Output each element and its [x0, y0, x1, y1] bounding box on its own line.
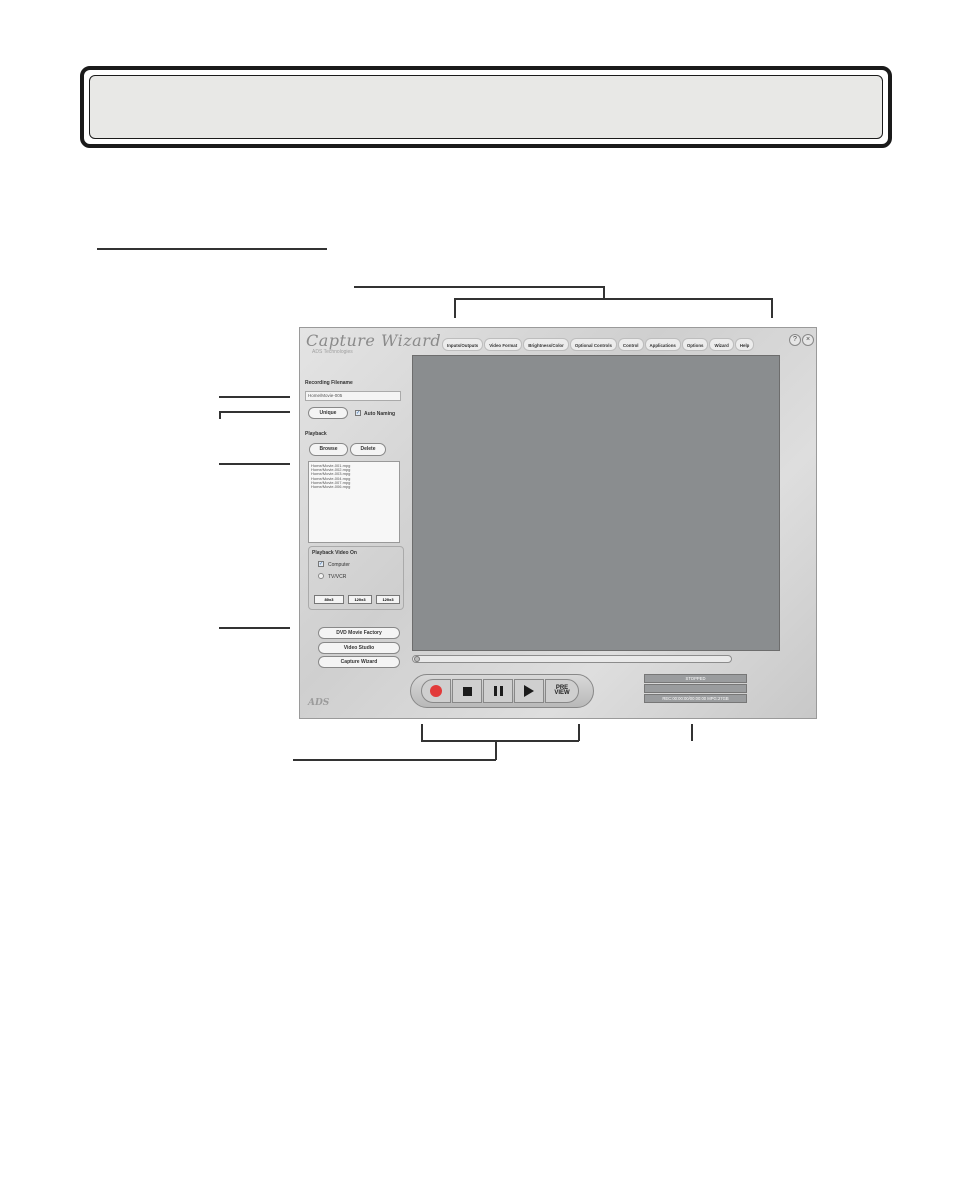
- recording-filename-field[interactable]: Home/Movie-005: [305, 391, 401, 401]
- callout-transport-bracket: [421, 740, 579, 742]
- computer-option-label: Computer: [328, 562, 350, 568]
- pause-icon: [493, 686, 503, 696]
- tab-applications[interactable]: Applications: [644, 338, 681, 351]
- record-icon: [430, 685, 442, 697]
- tab-optional-controls[interactable]: Optional Controls: [569, 338, 617, 351]
- preview-button[interactable]: PRE VIEW: [545, 679, 579, 703]
- stop-button[interactable]: [452, 679, 482, 703]
- callout-filename: [219, 396, 290, 398]
- callout-tabs-bracket-right: [771, 298, 773, 318]
- page-title-box: [80, 66, 892, 148]
- play-icon: [524, 685, 534, 697]
- tab-wizard[interactable]: Wizard: [709, 338, 734, 351]
- rate-button-1[interactable]: 80x3: [314, 595, 344, 604]
- tab-control[interactable]: Control: [617, 338, 644, 351]
- capture-wizard-window: Capture Wizard ADS Technologies ? × Inpu…: [299, 327, 817, 719]
- callout-status: [691, 724, 693, 741]
- status-time-readout: REC:00:00:00/00:00:00 MPG:27GB: [644, 694, 747, 703]
- app-title: Capture Wizard: [306, 331, 442, 350]
- rate-button-3[interactable]: 120x3: [376, 595, 400, 604]
- transport-controls: PRE VIEW: [410, 674, 594, 708]
- status-state-readout: STOPPED: [644, 674, 747, 683]
- capture-wizard-button[interactable]: Capture Wizard: [318, 656, 400, 668]
- app-subtitle: ADS Technologies: [312, 349, 353, 355]
- tab-brightness-color[interactable]: Brightness/Color: [523, 338, 569, 351]
- stop-icon: [462, 686, 472, 696]
- ads-logo: ADS: [308, 698, 330, 708]
- unique-button[interactable]: Unique: [308, 407, 348, 419]
- menu-tab-bar: Inputs/Outputs Video Format Brightness/C…: [442, 338, 812, 351]
- callout-playback-list: [219, 463, 290, 465]
- tvvcr-option-radio[interactable]: [318, 573, 324, 579]
- tab-video-format[interactable]: Video Format: [484, 338, 523, 351]
- video-preview-area[interactable]: [412, 355, 780, 651]
- section-heading-underline: [97, 248, 327, 250]
- pause-button[interactable]: [483, 679, 513, 703]
- rate-button-2[interactable]: 120x3: [348, 595, 372, 604]
- callout-tabs-horizontal: [354, 286, 604, 288]
- computer-option-checkbox[interactable]: ✓: [318, 561, 324, 567]
- slider-handle[interactable]: [414, 656, 420, 662]
- playback-label: Playback: [305, 431, 327, 437]
- playback-position-slider[interactable]: [412, 655, 732, 663]
- callout-transport-stem: [495, 740, 497, 760]
- callout-tabs-bracket-left: [454, 298, 456, 318]
- callout-transport-label-line: [293, 759, 496, 761]
- browse-button[interactable]: Browse: [309, 443, 348, 456]
- tvvcr-option-label: TV/VCR: [328, 574, 347, 580]
- auto-naming-checkbox[interactable]: ✓: [355, 410, 361, 416]
- status-blank-readout: [644, 684, 747, 693]
- video-studio-button[interactable]: Video Studio: [318, 642, 400, 654]
- callout-tabs-bracket: [454, 298, 772, 300]
- list-item[interactable]: Home/Movie-006.mpg: [309, 484, 399, 489]
- play-button[interactable]: [514, 679, 544, 703]
- delete-button[interactable]: Delete: [350, 443, 386, 456]
- auto-naming-label: Auto Naming: [364, 411, 396, 417]
- playback-video-on-label: Playback Video On: [312, 550, 357, 556]
- preview-label-bottom: VIEW: [554, 690, 570, 696]
- tab-options[interactable]: Options: [681, 338, 709, 351]
- callout-transport-left: [421, 724, 423, 741]
- dvd-movie-factory-button[interactable]: DVD Movie Factory: [318, 627, 400, 639]
- tab-inputs-outputs[interactable]: Inputs/Outputs: [442, 338, 484, 351]
- callout-transport-right: [578, 724, 580, 741]
- recording-filename-label: Recording Filename: [305, 380, 353, 386]
- callout-app-buttons: [219, 627, 290, 629]
- callout-unique: [219, 411, 290, 413]
- tab-help[interactable]: Help: [734, 338, 755, 351]
- record-button[interactable]: [421, 679, 451, 703]
- playback-file-list[interactable]: Home/Movie-001.mpg Home/Movie-002.mpg Ho…: [308, 461, 400, 543]
- callout-unique-tick: [219, 411, 221, 419]
